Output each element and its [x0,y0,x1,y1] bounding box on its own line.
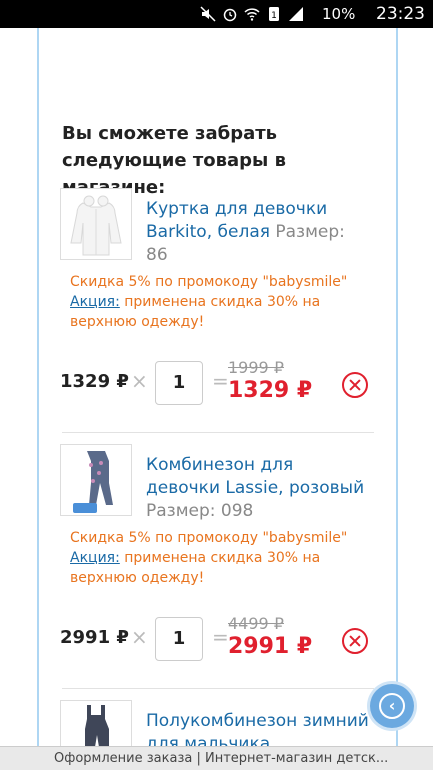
product-name[interactable]: Полукомбинезон зимний для мальчика [146,711,369,746]
promo-code-line: Скидка 5% по промокоду "babysmile" [70,530,348,546]
status-icons: 1 [200,5,304,23]
svg-text:1: 1 [271,11,277,21]
item-divider [62,688,374,689]
status-bar: 1 10% 23:23 [0,0,433,28]
product-title-link[interactable]: Куртка для девочки Barkito, белая Размер… [146,198,371,267]
action-link[interactable]: Акция: [70,550,120,566]
unit-price: 2991 ₽ [60,627,129,648]
unit-price: 1329 ₽ [60,371,129,392]
page-title-bar: Оформление заказа | Интернет-магазин дет… [0,746,433,770]
action-link[interactable]: Акция: [70,294,120,310]
quantity-field[interactable]: 1 [155,361,203,405]
clock: 23:23 [376,4,425,24]
equals-sign: = [212,625,229,649]
promo-code-line: Скидка 5% по промокоду "babysmile" [70,274,348,290]
old-price: 1999 ₽ [228,358,284,377]
mute-icon [200,6,216,22]
chevron-left-icon: ‹ [379,693,405,719]
product-image[interactable] [60,188,132,260]
sim-icon: 1 [266,6,282,22]
item-divider [62,432,374,433]
multiply-sign: × [131,625,148,649]
wifi-icon [244,6,260,22]
signal-icon [288,6,304,22]
product-title-link[interactable]: Комбинезон для девочки Lassie, розовый Р… [146,454,371,523]
cart-item: Куртка для девочки Barkito, белая Размер… [60,188,375,418]
product-name[interactable]: Комбинезон для девочки Lassie, розовый [146,455,364,498]
total-price: 2991 ₽ [228,634,313,659]
back-button[interactable]: ‹ [370,684,414,728]
promo-info: Скидка 5% по промокоду "babysmile" Акция… [70,272,350,332]
battery-percent: 10% [322,5,356,23]
multiply-sign: × [131,369,148,393]
remove-item-icon[interactable] [342,372,368,398]
remove-item-icon[interactable] [342,628,368,654]
product-size: Размер: 098 [146,501,254,521]
quantity-field[interactable]: 1 [155,617,203,661]
cart-item: Комбинезон для девочки Lassie, розовый Р… [60,444,375,674]
total-price: 1329 ₽ [228,378,313,403]
product-image[interactable] [60,444,132,516]
alarm-icon [222,6,238,22]
promo-info: Скидка 5% по промокоду "babysmile" Акция… [70,528,350,588]
old-price: 4499 ₽ [228,614,284,633]
product-title-link[interactable]: Полукомбинезон зимний для мальчика [146,710,371,746]
equals-sign: = [212,369,229,393]
cart-item: Полукомбинезон зимний для мальчика [60,700,375,746]
product-image[interactable] [60,700,132,746]
